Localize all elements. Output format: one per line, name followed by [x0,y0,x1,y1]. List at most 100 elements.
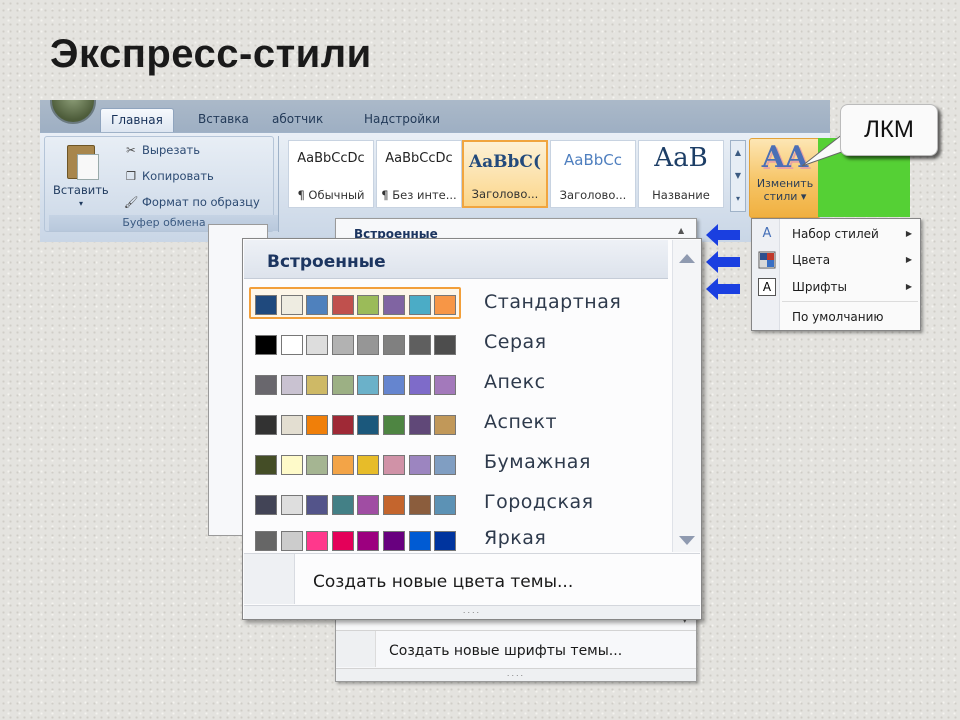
color-swatch [255,455,277,475]
tab-insert[interactable]: Вставка [188,108,259,132]
color-swatch [255,495,277,515]
color-swatch [306,531,329,551]
tab-home[interactable]: Главная [100,108,174,132]
tab-addins[interactable]: Надстройки [354,108,450,132]
style-label: Название [652,188,710,202]
submenu-arrow-icon: ▶ [905,229,912,238]
submenu-item-default[interactable]: По умолчанию [752,304,920,330]
color-swatch [357,495,380,515]
color-swatch [357,335,380,355]
theme-row[interactable]: Серая [249,327,667,361]
fonts-icon: A [758,278,776,296]
theme-name: Стандартная [484,291,622,313]
color-swatch [280,415,303,435]
format-painter-button[interactable]: 🖌 Формат по образцу [123,195,260,209]
copy-button[interactable]: ❐ Копировать [123,169,214,183]
color-swatch [306,455,329,475]
blue-arrow-icon [706,278,740,300]
color-swatch-group [249,327,461,359]
color-swatch [434,375,457,395]
color-swatch [255,295,277,315]
theme-row[interactable]: Бумажная [249,447,667,481]
color-swatch [383,295,405,315]
color-swatch [383,495,405,515]
color-swatch [255,375,277,395]
format-painter-label: Формат по образцу [142,195,260,209]
cut-button[interactable]: ✂ Вырезать [123,143,200,157]
scroll-up-icon[interactable] [679,254,695,263]
scissors-icon: ✂ [126,143,136,157]
color-swatch [434,531,457,551]
scroll-up-icon[interactable]: ▲ [678,226,684,235]
style-label: Заголово... [471,187,539,201]
color-swatch [306,335,329,355]
resize-grip[interactable]: .... [336,668,696,681]
color-swatch-group [249,407,461,439]
submenu-item-label: Набор стилей [792,227,879,241]
change-styles-submenu: A Набор стилей ▶ Цвета ▶ A Шрифты ▶ По у… [751,218,921,331]
paste-icon[interactable] [67,145,99,180]
submenu-item-colors[interactable]: Цвета ▶ [752,247,920,273]
style-tile-heading1[interactable]: AaBbC( Заголово... [462,140,548,208]
color-swatch [280,495,303,515]
blue-arrow-icon [706,251,740,273]
style-tile-no-spacing[interactable]: AaBbCcDc ¶ Без инте... [376,140,462,208]
submenu-item-fonts[interactable]: A Шрифты ▶ [752,274,920,300]
color-swatch [408,375,431,395]
style-sample: AaB [654,143,708,173]
color-swatch [255,531,277,551]
blue-arrow-icon [706,224,740,246]
style-tile-heading2[interactable]: AaBbCc Заголово... [550,140,636,208]
theme-row[interactable]: Яркая [249,523,667,557]
dropdown-scrollbar[interactable] [672,240,701,552]
theme-colors-dropdown: Встроенные Стандартная Серая Апекс Аспект Бу… [242,238,702,620]
theme-row[interactable]: Аспект [249,407,667,441]
style-tile-title[interactable]: AaB Название [638,140,724,208]
copy-icon: ❐ [125,169,137,183]
color-swatch [280,375,303,395]
theme-name: Апекс [484,371,546,393]
menu-gutter [336,631,376,667]
scroll-down-icon[interactable] [679,536,695,545]
resize-grip[interactable]: .... [244,605,700,619]
theme-row[interactable]: Апекс [249,367,667,401]
color-swatch [331,495,354,515]
style-sample: AaBbCc [564,151,622,169]
paste-dropdown-arrow[interactable]: ▾ [79,199,83,208]
theme-name: Яркая [484,527,547,549]
submenu-item-style-set[interactable]: A Набор стилей ▶ [752,221,920,247]
color-swatch [306,415,329,435]
theme-row[interactable]: Стандартная [249,287,667,321]
create-theme-fonts-item[interactable]: Создать новые шрифты темы... [389,643,622,659]
color-swatch [357,531,380,551]
color-swatch [408,495,431,515]
submenu-item-label: Цвета [792,253,831,267]
style-tile-normal[interactable]: AaBbCcDc ¶ Обычный [288,140,374,208]
theme-row[interactable]: Городская [249,487,667,521]
color-swatch [408,455,431,475]
style-label: ¶ Без инте... [381,188,457,202]
change-styles-label-1: Изменить [756,177,814,190]
create-theme-colors-item[interactable]: Создать новые цвета темы... [313,572,573,592]
tab-developer[interactable]: аботчик [262,108,333,132]
color-swatch [383,335,405,355]
gallery-scrollbar[interactable]: ▲ ▼ ▾ [730,140,746,212]
color-swatch [357,415,380,435]
theme-name: Бумажная [484,451,591,473]
theme-name: Аспект [484,411,558,433]
color-swatch [331,295,354,315]
color-swatch [306,375,329,395]
color-swatch [306,295,329,315]
slide-title: Экспресс-стили [50,32,372,76]
color-swatch-group [249,487,461,519]
paste-button-label[interactable]: Вставить [53,183,109,197]
color-swatch [434,415,457,435]
color-swatch [383,531,405,551]
color-swatch [331,375,354,395]
color-swatch [331,531,354,551]
color-swatch-group [249,523,461,555]
color-swatch [331,455,354,475]
color-swatch [383,375,405,395]
lkm-callout: ЛКМ [840,104,938,156]
color-swatch-group [249,367,461,399]
